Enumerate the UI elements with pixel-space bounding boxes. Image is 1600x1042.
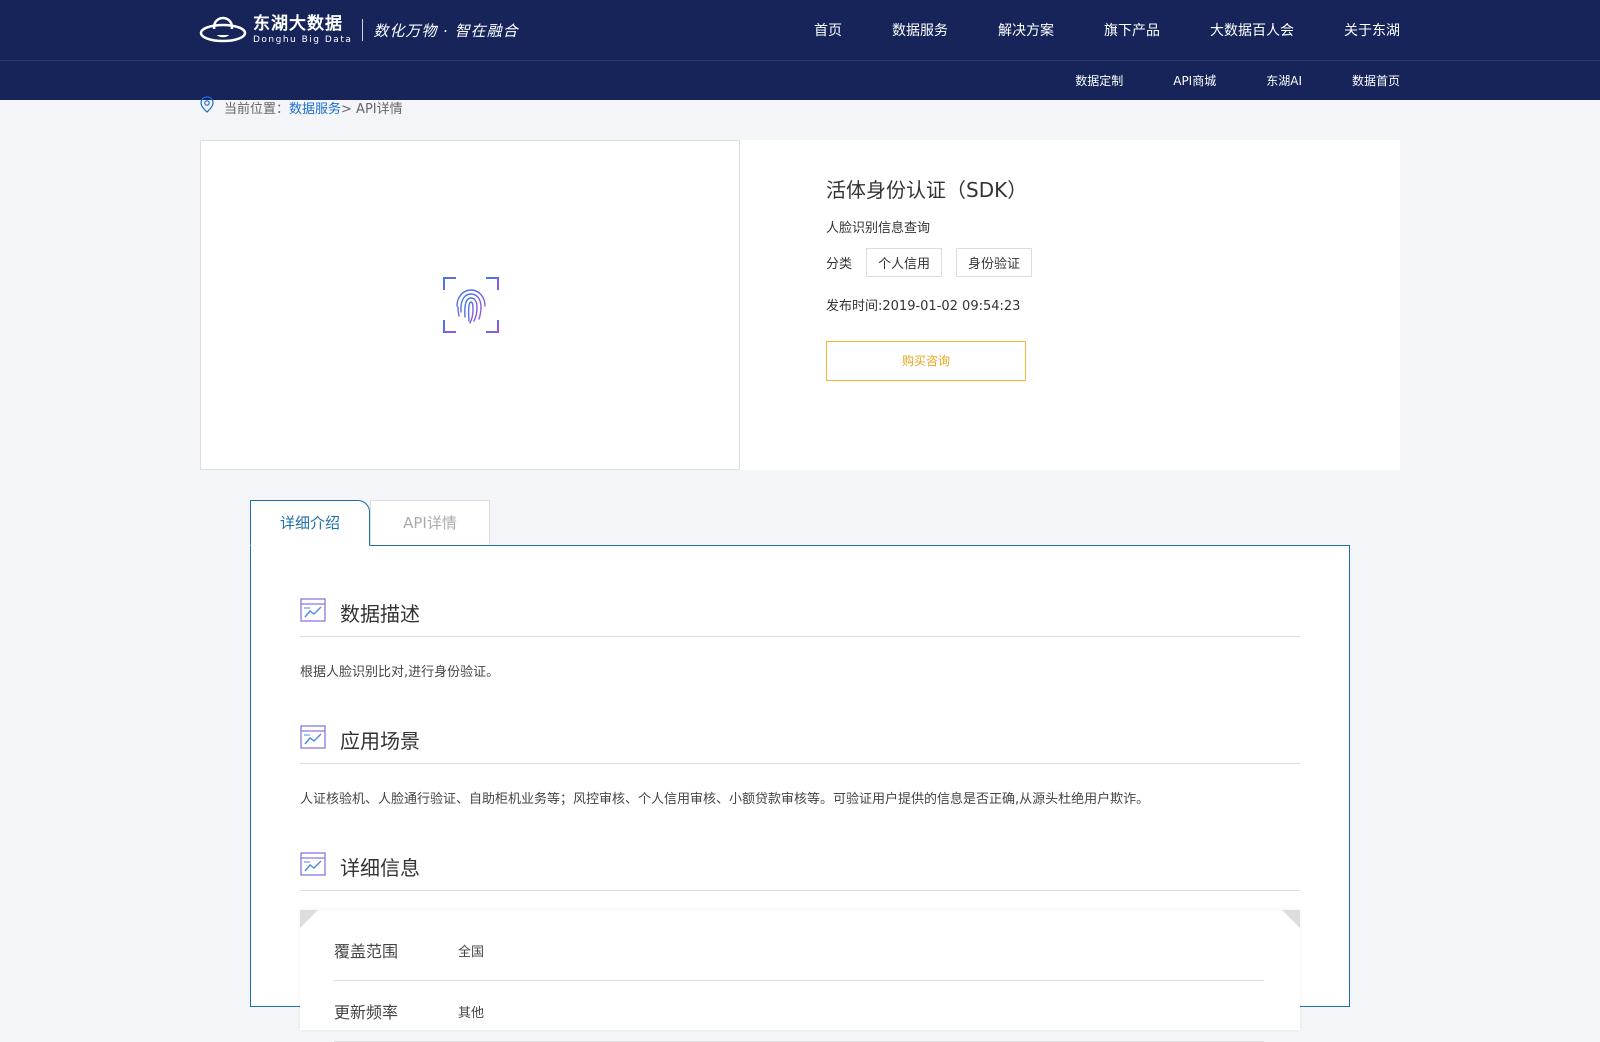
tag-personal-credit[interactable]: 个人信用	[866, 248, 943, 277]
sub-nav: 数据定制 API商城 东湖AI 数据首页	[1025, 72, 1400, 89]
section-title: 数据描述	[340, 601, 420, 626]
breadcrumb-current: > API详情	[341, 101, 403, 117]
row-value: 全国	[458, 944, 485, 960]
tab-detail-intro[interactable]: 详细介绍	[250, 500, 370, 546]
section-title: 详细信息	[340, 855, 420, 880]
brand-en: Donghu Big Data	[253, 34, 353, 45]
section-detail-info: 详细信息	[300, 850, 1300, 891]
nav-solutions[interactable]: 解决方案	[998, 20, 1054, 40]
brand-slogan: 数化万物 · 智在融合	[373, 21, 519, 40]
location-pin-icon	[199, 96, 215, 118]
detail-tabs: 详细介绍 API详情	[250, 500, 490, 546]
nav-home[interactable]: 首页	[814, 20, 842, 40]
category-label: 分类	[826, 257, 853, 272]
subnav-api-mall[interactable]: API商城	[1173, 72, 1216, 89]
top-header: 东湖大数据 Donghu Big Data 数化万物 · 智在融合 首页 数据服…	[0, 0, 1600, 100]
subnav-custom[interactable]: 数据定制	[1075, 72, 1123, 89]
logo[interactable]: 东湖大数据 Donghu Big Data 数化万物 · 智在融合	[199, 14, 519, 46]
detail-panel: 数据描述 根据人脸识别比对,进行身份验证。 应用场景 人证核验机、人脸通行验证、…	[250, 545, 1350, 1042]
row-value: 其他	[458, 1005, 485, 1021]
row-key: 更新频率	[334, 1003, 399, 1022]
chart-window-icon	[300, 725, 326, 753]
breadcrumb-prefix: 当前位置：	[224, 101, 290, 117]
row-key: 覆盖范围	[334, 942, 399, 961]
subnav-ai[interactable]: 东湖AI	[1266, 72, 1302, 89]
detail-table: 覆盖范围 全国 更新频率 其他	[300, 910, 1300, 1042]
nav-products[interactable]: 旗下产品	[1104, 20, 1160, 40]
tag-identity-verify[interactable]: 身份验证	[956, 248, 1033, 277]
logo-divider	[362, 19, 364, 41]
brand-cn: 东湖大数据	[253, 13, 343, 34]
product-subtitle: 人脸识别信息查询	[826, 221, 931, 236]
header-divider	[0, 60, 1600, 61]
tab-api-detail[interactable]: API详情	[370, 500, 490, 545]
product-card: 活体身份认证（SDK） 人脸识别信息查询 分类 个人信用 身份验证 发布时间:2…	[200, 140, 1400, 470]
nav-data-service[interactable]: 数据服务	[892, 20, 948, 40]
section-body: 人证核验机、人脸通行验证、自助柜机业务等；风控审核、个人信用审核、小额贷款审核等…	[300, 792, 1150, 807]
product-info: 活体身份认证（SDK） 人脸识别信息查询 分类 个人信用 身份验证 发布时间:2…	[826, 174, 1033, 381]
nav-about[interactable]: 关于东湖	[1344, 20, 1400, 40]
buy-consult-button[interactable]: 购买咨询	[826, 341, 1026, 381]
nav-bigdata-club[interactable]: 大数据百人会	[1210, 20, 1294, 40]
main-nav: 首页 数据服务 解决方案 旗下产品 大数据百人会 关于东湖	[764, 20, 1400, 40]
section-data-description: 数据描述 根据人脸识别比对,进行身份验证。	[300, 596, 1300, 680]
subnav-data-home[interactable]: 数据首页	[1352, 72, 1400, 89]
chart-window-icon	[300, 598, 326, 626]
table-corner-left	[300, 910, 318, 928]
category-tags: 分类 个人信用 身份验证	[826, 248, 1033, 277]
breadcrumb-link[interactable]: 数据服务	[289, 98, 341, 117]
logo-mark-icon	[199, 14, 247, 46]
chart-window-icon	[300, 852, 326, 880]
section-application-scene: 应用场景 人证核验机、人脸通行验证、自助柜机业务等；风控审核、个人信用审核、小额…	[300, 723, 1300, 807]
table-row: 更新频率 其他	[334, 981, 1264, 1042]
section-title: 应用场景	[340, 728, 420, 753]
product-image	[200, 140, 740, 470]
publish-time: 发布时间:2019-01-02 09:54:23	[826, 299, 1021, 314]
breadcrumb: 当前位置： 数据服务 > API详情	[199, 96, 403, 118]
fingerprint-icon	[443, 277, 499, 333]
table-corner-right	[1282, 910, 1300, 928]
product-title: 活体身份认证（SDK）	[826, 178, 1028, 202]
section-body: 根据人脸识别比对,进行身份验证。	[300, 665, 500, 680]
table-row: 覆盖范围 全国	[334, 920, 1264, 981]
